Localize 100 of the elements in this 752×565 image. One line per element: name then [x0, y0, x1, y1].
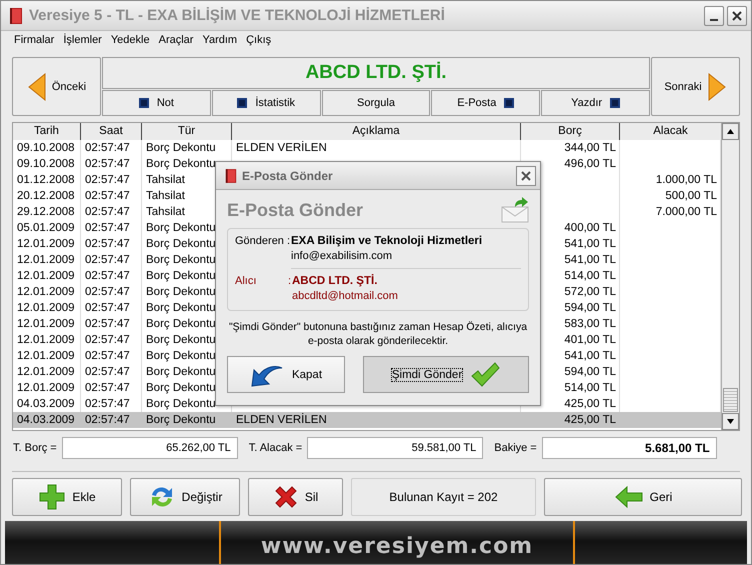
credit-cell: 500,00 TL	[665, 190, 717, 202]
type-cell: Borç Dekontu	[146, 254, 216, 266]
type-cell: Borç Dekontu	[146, 238, 216, 250]
type-cell: Borç Dekontu	[146, 286, 216, 298]
total-label: T. Alacak =	[248, 442, 302, 454]
time-cell: 02:57:47	[85, 174, 130, 186]
action-button[interactable]: Not	[102, 90, 211, 116]
description-cell: ELDEN VERİLEN	[236, 414, 327, 426]
type-cell: Borç Dekontu	[146, 414, 216, 426]
date-cell: 12.01.2009	[17, 366, 75, 378]
table-row[interactable]: 04.03.2009 02:57:47 Borç Dekontu ELDEN VERİLEN 425,00 TL	[13, 412, 721, 428]
time-cell: 02:57:47	[85, 206, 130, 218]
close-button[interactable]	[727, 6, 747, 26]
menu-item[interactable]: Firmalar	[14, 34, 54, 48]
recipient-email: abcdltd@hotmail.com	[292, 289, 398, 304]
date-cell: 12.01.2009	[17, 318, 75, 330]
column-header[interactable]: Saat	[81, 123, 142, 140]
left-arrow-icon	[26, 72, 47, 102]
total-label: Bakiye =	[494, 442, 537, 454]
date-cell: 20.12.2008	[17, 190, 75, 202]
scroll-up-button[interactable]	[722, 123, 739, 140]
time-cell: 02:57:47	[85, 318, 130, 330]
menu-item[interactable]: Araçlar	[158, 34, 194, 48]
total-field: 65.262,00 TL	[62, 437, 238, 459]
square-icon	[138, 98, 149, 108]
window-title: Veresiye 5 - TL - EXA BİLİŞİM VE TEKNOLOJİ HİZMETLERİ	[29, 7, 445, 24]
type-cell: Borç Dekontu	[146, 350, 216, 362]
debit-cell: 572,00 TL	[564, 286, 616, 298]
menu-item[interactable]: Yardım	[202, 34, 238, 48]
scroll-down-button[interactable]	[722, 413, 739, 430]
time-cell: 02:57:47	[85, 414, 130, 426]
date-cell: 29.12.2008	[17, 206, 75, 218]
description-cell: ELDEN VERİLEN	[236, 142, 327, 154]
time-cell: 02:57:47	[85, 158, 130, 170]
time-cell: 02:57:47	[85, 334, 130, 346]
debit-cell: 541,00 TL	[564, 254, 616, 266]
right-arrow-icon	[706, 72, 727, 102]
column-header[interactable]: Alacak	[620, 123, 721, 140]
date-cell: 04.03.2009	[17, 414, 75, 426]
date-cell: 12.01.2009	[17, 238, 75, 250]
action-button[interactable]: Sil	[248, 478, 343, 516]
column-header[interactable]: Tür	[142, 123, 232, 140]
date-cell: 12.01.2009	[17, 270, 75, 282]
down-arrow-icon	[727, 419, 734, 424]
date-cell: 12.01.2009	[17, 350, 75, 362]
minimize-icon	[710, 18, 718, 20]
menu-item[interactable]: Yedekle	[110, 34, 150, 48]
menu-item[interactable]: Çıkış	[246, 34, 272, 48]
send-button[interactable]: Şimdi Gönder	[363, 356, 529, 393]
type-cell: Borç Dekontu	[146, 334, 216, 346]
type-cell: Borç Dekontu	[146, 302, 216, 314]
sender-name: EXA Bilişim ve Teknoloji Hizmetleri	[291, 234, 482, 249]
date-cell: 12.01.2009	[17, 334, 75, 346]
column-header[interactable]: Borç	[521, 123, 620, 140]
website-link[interactable]: www.veresiyem.com	[260, 534, 534, 558]
type-cell: Borç Dekontu	[146, 142, 216, 154]
close-dialog-button[interactable]: Kapat	[227, 356, 345, 393]
type-cell: Borç Dekontu	[146, 382, 216, 394]
time-cell: 02:57:47	[85, 222, 130, 234]
action-button[interactable]: E-Posta	[431, 90, 540, 116]
previous-button[interactable]: Önceki	[12, 57, 101, 116]
minimize-button[interactable]	[704, 6, 724, 26]
time-cell: 02:57:47	[85, 142, 130, 154]
type-cell: Borç Dekontu	[146, 270, 216, 282]
action-button[interactable]: Ekle	[12, 478, 122, 516]
date-cell: 09.10.2008	[17, 158, 75, 170]
time-cell: 02:57:47	[85, 382, 130, 394]
close-icon	[732, 10, 742, 20]
scrollbar[interactable]	[721, 123, 739, 430]
type-cell: Tahsilat	[146, 206, 185, 218]
menu-item[interactable]: İşlemler	[63, 34, 102, 48]
time-cell: 02:57:47	[85, 190, 130, 202]
total-field: 59.581,00 TL	[307, 437, 484, 459]
action-button[interactable]: Sorgula	[322, 90, 430, 116]
credit-cell: 1.000,00 TL	[656, 174, 717, 186]
time-cell: 02:57:47	[85, 254, 130, 266]
next-button[interactable]: Sonraki	[651, 57, 740, 116]
debit-cell: 400,00 TL	[564, 222, 616, 234]
square-icon	[610, 98, 620, 108]
date-cell: 12.01.2009	[17, 382, 75, 394]
type-cell: Borç Dekontu	[146, 158, 216, 170]
left-arrow-icon	[614, 485, 644, 509]
close-button[interactable]	[516, 166, 536, 186]
total-label: T. Borç =	[13, 442, 57, 454]
column-header[interactable]: Açıklama	[232, 123, 521, 140]
debit-cell: 514,00 TL	[564, 270, 616, 282]
record-count: Bulunan Kayıt = 202	[351, 478, 536, 516]
time-cell: 02:57:47	[85, 302, 130, 314]
debit-cell: 541,00 TL	[564, 350, 616, 362]
action-button[interactable]: Değiştir	[130, 478, 240, 516]
back-button[interactable]: Geri	[544, 478, 742, 516]
column-header[interactable]: Tarih	[13, 123, 81, 140]
time-cell: 02:57:47	[85, 350, 130, 362]
action-button[interactable]: Yazdır	[541, 90, 650, 116]
type-cell: Borç Dekontu	[146, 398, 216, 410]
date-cell: 01.12.2008	[17, 174, 75, 186]
action-button[interactable]: İstatistik	[212, 90, 321, 116]
debit-cell: 496,00 TL	[564, 158, 616, 170]
close-icon	[521, 170, 531, 180]
scrollbar-thumb[interactable]	[723, 388, 738, 412]
